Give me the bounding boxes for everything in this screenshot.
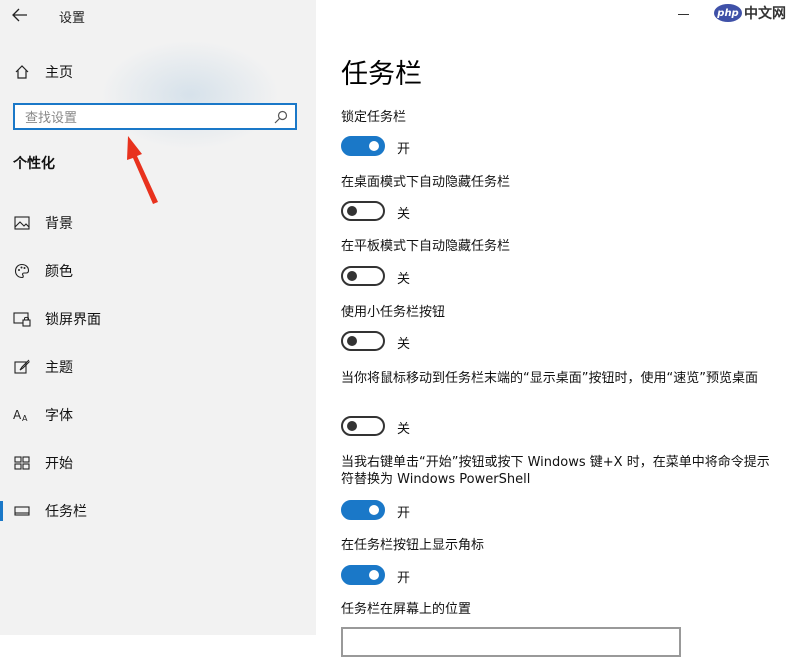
start-grid-icon — [13, 454, 31, 472]
toggle-knob — [369, 570, 379, 580]
minimize-icon — [678, 14, 689, 15]
setting-label: 锁定任务栏 — [341, 110, 407, 125]
sidebar-item-label: 背景 — [45, 216, 73, 232]
setting-label: 在桌面模式下自动隐藏任务栏 — [341, 175, 511, 190]
sidebar: 设置 主页 个性化 背景 颜 — [0, 0, 316, 635]
sidebar-item-label: 主题 — [45, 360, 73, 376]
autohide-desktop-toggle[interactable] — [341, 201, 385, 221]
peek-toggle[interactable] — [341, 416, 385, 436]
palette-icon — [13, 262, 31, 280]
back-arrow-icon — [12, 8, 27, 22]
toggle-knob — [369, 141, 379, 151]
app-title: 设置 — [59, 11, 86, 26]
sidebar-item-colors[interactable]: 颜色 — [0, 253, 316, 289]
back-button[interactable] — [8, 3, 32, 27]
toggle-knob — [347, 206, 357, 216]
sidebar-item-lock-screen[interactable]: 锁屏界面 — [0, 301, 316, 337]
sidebar-item-label: 锁屏界面 — [45, 312, 101, 328]
sidebar-item-label: 颜色 — [45, 264, 73, 280]
toggle-state-label: 关 — [397, 207, 411, 222]
position-label: 任务栏在屏幕上的位置 — [341, 602, 472, 617]
sidebar-item-themes[interactable]: 主题 — [0, 349, 316, 385]
toggle-state-label: 开 — [397, 571, 411, 586]
search-box[interactable] — [13, 103, 297, 130]
toggle-state-label: 开 — [397, 506, 411, 521]
sidebar-item-taskbar[interactable]: 任务栏 — [0, 493, 316, 529]
picture-icon — [13, 214, 31, 232]
svg-text:A: A — [22, 414, 28, 423]
sidebar-item-home[interactable]: 主页 — [0, 56, 316, 88]
setting-label: 当我右键单击“开始”按钮或按下 Windows 键+X 时，在菜单中将命令提示符… — [341, 455, 770, 487]
powershell-toggle[interactable] — [341, 500, 385, 520]
red-arrow-annotation — [127, 136, 158, 204]
watermark-badge: php — [714, 4, 742, 22]
sidebar-item-label: 主页 — [45, 65, 73, 81]
sidebar-item-background[interactable]: 背景 — [0, 205, 316, 241]
sidebar-item-label: 开始 — [45, 456, 73, 472]
section-title: 个性化 — [13, 156, 55, 172]
selection-indicator — [0, 501, 3, 521]
sidebar-item-fonts[interactable]: A A 字体 — [0, 397, 316, 433]
toggle-state-label: 开 — [397, 142, 411, 157]
badges-toggle[interactable] — [341, 565, 385, 585]
taskbar-position-dropdown[interactable] — [341, 627, 681, 657]
toggle-state-label: 关 — [397, 337, 411, 352]
search-input[interactable] — [23, 108, 267, 128]
watermark-text: 中文网 — [744, 6, 786, 22]
toggle-knob — [347, 421, 357, 431]
font-icon: A A — [13, 406, 31, 424]
taskbar-icon — [13, 502, 31, 520]
home-icon — [13, 63, 31, 81]
sidebar-item-label: 任务栏 — [45, 504, 87, 520]
setting-label: 在任务栏按钮上显示角标 — [341, 538, 485, 553]
lock-taskbar-toggle[interactable] — [341, 136, 385, 156]
autohide-tablet-toggle[interactable] — [341, 266, 385, 286]
page-title: 任务栏 — [341, 59, 422, 90]
setting-label: 使用小任务栏按钮 — [341, 305, 446, 320]
toggle-knob — [347, 271, 357, 281]
theme-brush-icon — [13, 358, 31, 376]
setting-label: 在平板模式下自动隐藏任务栏 — [341, 239, 511, 254]
setting-label: 当你将鼠标移动到任务栏末端的“显示桌面”按钮时，使用“速览”预览桌面 — [341, 371, 758, 386]
watermark-logo: php 中文网 — [714, 3, 786, 23]
toggle-state-label: 关 — [397, 422, 411, 437]
lock-screen-icon — [13, 310, 31, 328]
toggle-knob — [369, 505, 379, 515]
toggle-state-label: 关 — [397, 272, 411, 287]
svg-text:A: A — [13, 408, 22, 422]
sidebar-item-start[interactable]: 开始 — [0, 445, 316, 481]
small-buttons-toggle[interactable] — [341, 331, 385, 351]
minimize-button[interactable] — [670, 2, 698, 26]
toggle-knob — [347, 336, 357, 346]
sidebar-item-label: 字体 — [45, 408, 73, 424]
search-icon[interactable] — [273, 109, 289, 125]
